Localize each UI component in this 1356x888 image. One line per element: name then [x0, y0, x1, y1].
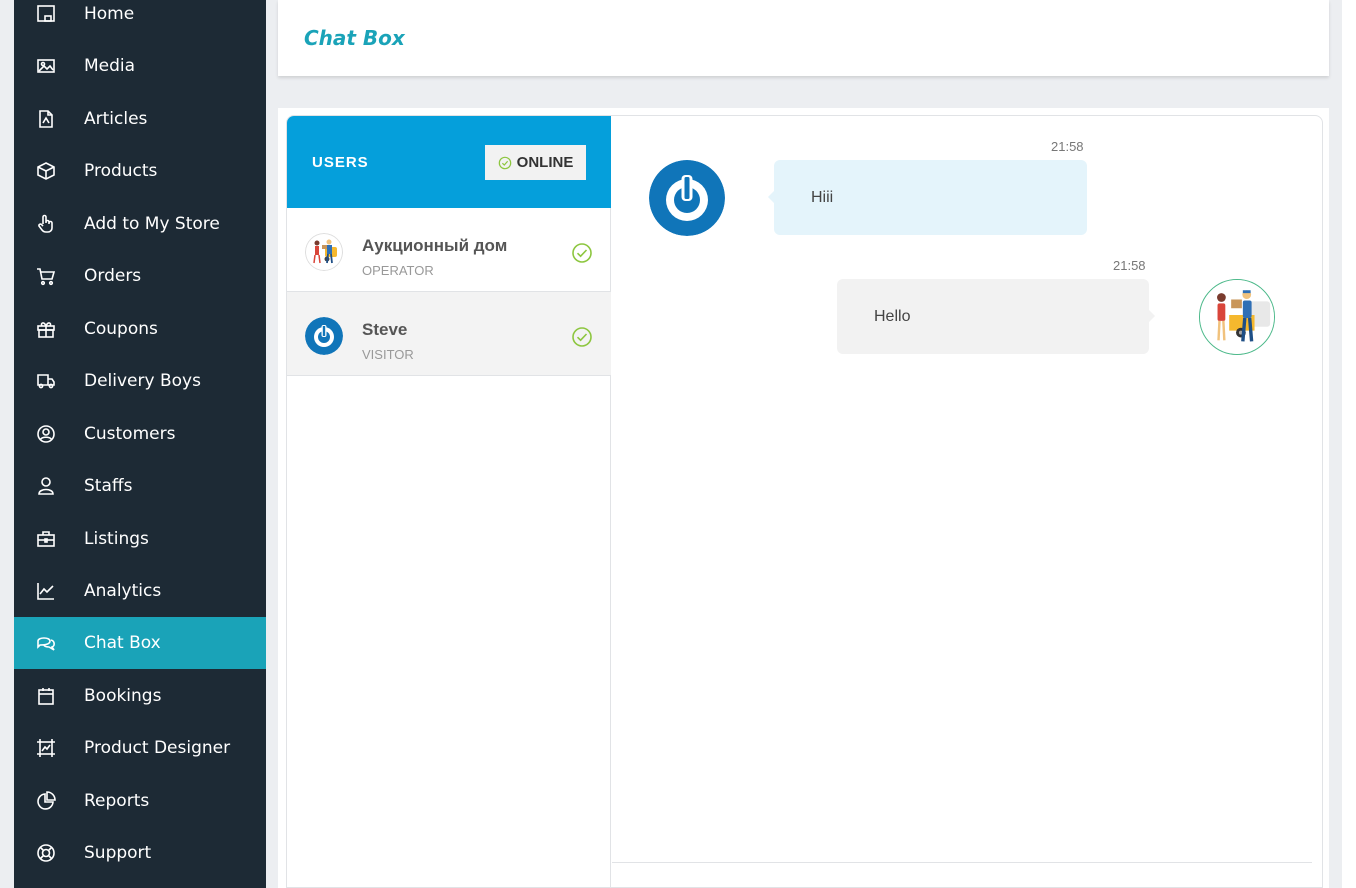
sidebar-item-products[interactable]: Products [14, 145, 266, 197]
hand-pointer-icon [35, 213, 57, 235]
check-circle-icon [498, 156, 511, 169]
message-text: Hello [874, 307, 911, 325]
message-text: Hiii [811, 188, 834, 206]
users-header: USERS ONLINE [287, 116, 611, 208]
sidebar-item-label: Support [84, 843, 152, 863]
chat-panel: USERS ONLINE Аукционный дом OPERATOR Ste… [286, 115, 1323, 888]
cart-icon [35, 265, 57, 287]
online-status-button[interactable]: ONLINE [485, 145, 586, 180]
sidebar-item-delivery-boys[interactable]: Delivery Boys [14, 355, 266, 407]
sidebar-item-customers[interactable]: Customers [14, 408, 266, 460]
home-icon [35, 3, 57, 25]
user-icon [35, 475, 57, 497]
sidebar-item-home[interactable]: Home [14, 0, 266, 40]
sidebar-item-chat-box[interactable]: Chat Box [14, 617, 266, 669]
gift-icon [35, 318, 57, 340]
page-header: Chat Box [278, 0, 1329, 76]
sidebar-item-analytics[interactable]: Analytics [14, 565, 266, 617]
sidebar-item-label: Listings [84, 529, 149, 549]
sidebar-item-media[interactable]: Media [14, 40, 266, 92]
message-bubble-incoming: Hiii [768, 160, 1087, 235]
sidebar-item-label: Analytics [84, 581, 162, 601]
check-circle-icon [572, 327, 592, 347]
user-list-item[interactable]: Steve VISITOR [287, 292, 611, 376]
sidebar-item-label: Chat Box [84, 633, 161, 653]
calendar-icon [35, 685, 57, 707]
check-circle-icon [572, 243, 592, 263]
online-status-label: ONLINE [516, 154, 574, 171]
sidebar: Home Media Articles Products Add to My S… [14, 0, 266, 888]
scrollbar-track[interactable] [1342, 0, 1356, 888]
message-timestamp: 21:58 [1113, 258, 1146, 273]
user-role: OPERATOR [362, 263, 434, 278]
sidebar-item-orders[interactable]: Orders [14, 250, 266, 302]
sidebar-item-listings[interactable]: Listings [14, 513, 266, 565]
sidebar-item-articles[interactable]: Articles [14, 93, 266, 145]
sidebar-item-label: Customers [84, 424, 176, 444]
sidebar-item-label: Articles [84, 109, 148, 129]
chat-icon [35, 632, 57, 654]
message-timestamp: 21:58 [1051, 139, 1084, 154]
users-title: USERS [312, 154, 369, 171]
truck-icon [35, 370, 57, 392]
sidebar-item-product-designer[interactable]: Product Designer [14, 722, 266, 774]
sidebar-item-label: Add to My Store [84, 214, 220, 234]
sidebar-item-label: Bookings [84, 686, 162, 706]
sidebar-item-label: Home [84, 4, 135, 24]
chat-container: USERS ONLINE Аукционный дом OPERATOR Ste… [278, 108, 1329, 888]
composer-divider [612, 862, 1312, 863]
sidebar-item-add-to-my-store[interactable]: Add to My Store [14, 198, 266, 250]
image-icon [35, 55, 57, 77]
sidebar-item-label: Media [84, 56, 136, 76]
sidebar-item-label: Staffs [84, 476, 133, 496]
chart-line-icon [35, 580, 57, 602]
user-list-item[interactable]: Аукционный дом OPERATOR [287, 208, 611, 292]
sidebar-item-label: Coupons [84, 319, 158, 339]
sidebar-item-label: Orders [84, 266, 142, 286]
user-name: Аукционный дом [362, 236, 508, 255]
users-panel: USERS ONLINE Аукционный дом OPERATOR Ste… [287, 116, 611, 887]
user-role: VISITOR [362, 347, 414, 362]
power-logo-avatar [305, 317, 343, 355]
sidebar-item-reports[interactable]: Reports [14, 775, 266, 827]
user-name: Steve [362, 320, 408, 339]
sidebar-item-label: Products [84, 161, 158, 181]
power-logo-avatar [649, 160, 725, 236]
sidebar-item-label: Product Designer [84, 738, 231, 758]
sidebar-item-staffs[interactable]: Staffs [14, 460, 266, 512]
box-icon [35, 160, 57, 182]
pie-chart-icon [35, 790, 57, 812]
delivery-illustration-avatar [305, 233, 343, 271]
sidebar-item-label: Reports [84, 791, 150, 811]
sidebar-item-support[interactable]: Support [14, 827, 266, 879]
message-thread: 21:58 Hiii 21:58 Hello [612, 116, 1322, 887]
page-title: Chat Box [304, 26, 405, 50]
user-circle-icon [35, 423, 57, 445]
document-icon [35, 108, 57, 130]
delivery-illustration-avatar [1199, 279, 1275, 355]
briefcase-icon [35, 528, 57, 550]
message-bubble-outgoing: Hello [837, 279, 1155, 354]
frame-icon [35, 737, 57, 759]
lifebuoy-icon [35, 842, 57, 864]
sidebar-item-bookings[interactable]: Bookings [14, 670, 266, 722]
sidebar-item-coupons[interactable]: Coupons [14, 303, 266, 355]
sidebar-item-label: Delivery Boys [84, 371, 201, 391]
